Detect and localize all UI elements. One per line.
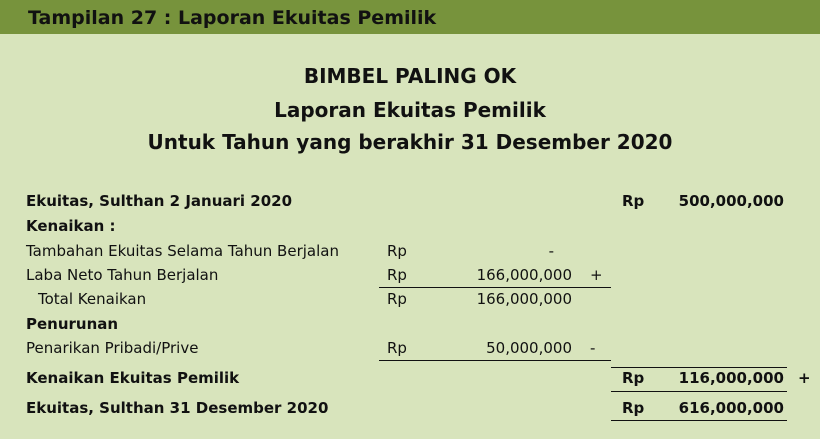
- plus-sign: +: [798, 369, 811, 387]
- report-title: Laporan Ekuitas Pemilik: [274, 98, 546, 122]
- row-label: Total Kenaikan: [38, 290, 147, 308]
- banner: Tampilan 27 : Laporan Ekuitas Pemilik: [0, 0, 820, 34]
- row-amount: 500,000,000: [678, 192, 784, 210]
- statement-row-equity-increase: Kenaikan Ekuitas Pemilik Rp 116,000,000 …: [0, 366, 820, 390]
- statement-row-closing: Ekuitas, Sulthan 31 Desember 2020 Rp 616…: [0, 396, 820, 420]
- row-currency: Rp: [622, 369, 645, 387]
- row-amount: 166,000,000: [476, 290, 572, 308]
- row-currency: Rp: [622, 192, 645, 210]
- statement-row-increase-header: Kenaikan :: [0, 214, 820, 238]
- company-name: BIMBEL PALING OK: [303, 64, 517, 88]
- row-label: Ekuitas, Sulthan 31 Desember 2020: [26, 399, 329, 417]
- total-overline: [611, 367, 787, 368]
- row-label: Laba Neto Tahun Berjalan: [26, 266, 219, 284]
- plus-sign: +: [590, 266, 603, 284]
- row-label: Kenaikan Ekuitas Pemilik: [26, 369, 240, 387]
- statement-row-decrease-header: Penurunan: [0, 312, 820, 336]
- row-label: Tambahan Ekuitas Selama Tahun Berjalan: [26, 242, 339, 260]
- row-currency: Rp: [622, 399, 645, 417]
- row-currency: Rp: [387, 339, 407, 357]
- row-amount: 166,000,000: [476, 266, 572, 284]
- row-amount: 616,000,000: [678, 399, 784, 417]
- closing-underline: [611, 420, 787, 421]
- row-label: Penarikan Pribadi/Prive: [26, 339, 199, 357]
- row-label: Ekuitas, Sulthan 2 Januari 2020: [26, 192, 293, 210]
- row-amount: -: [548, 242, 554, 260]
- statement-row-net-income: Laba Neto Tahun Berjalan Rp 166,000,000 …: [0, 263, 820, 287]
- minus-sign: -: [590, 339, 596, 357]
- statement-row-total-increase: Total Kenaikan Rp 166,000,000: [0, 287, 820, 311]
- row-currency: Rp: [387, 290, 407, 308]
- banner-title: Tampilan 27 : Laporan Ekuitas Pemilik: [28, 7, 437, 29]
- section-label: Kenaikan :: [26, 217, 116, 235]
- row-currency: Rp: [387, 242, 407, 260]
- report-period: Untuk Tahun yang berakhir 31 Desember 20…: [147, 130, 673, 154]
- statement-row-withdrawals: Penarikan Pribadi/Prive Rp 50,000,000 -: [0, 336, 820, 360]
- subtotal-underline: [379, 360, 611, 361]
- statement-row-additional-equity: Tambahan Ekuitas Selama Tahun Berjalan R…: [0, 239, 820, 263]
- row-amount: 50,000,000: [486, 339, 572, 357]
- statement-row-opening: Ekuitas, Sulthan 2 Januari 2020 Rp 500,0…: [0, 189, 820, 213]
- row-currency: Rp: [387, 266, 407, 284]
- section-label: Penurunan: [26, 315, 119, 333]
- row-amount: 116,000,000: [678, 369, 784, 387]
- total-underline: [611, 391, 787, 392]
